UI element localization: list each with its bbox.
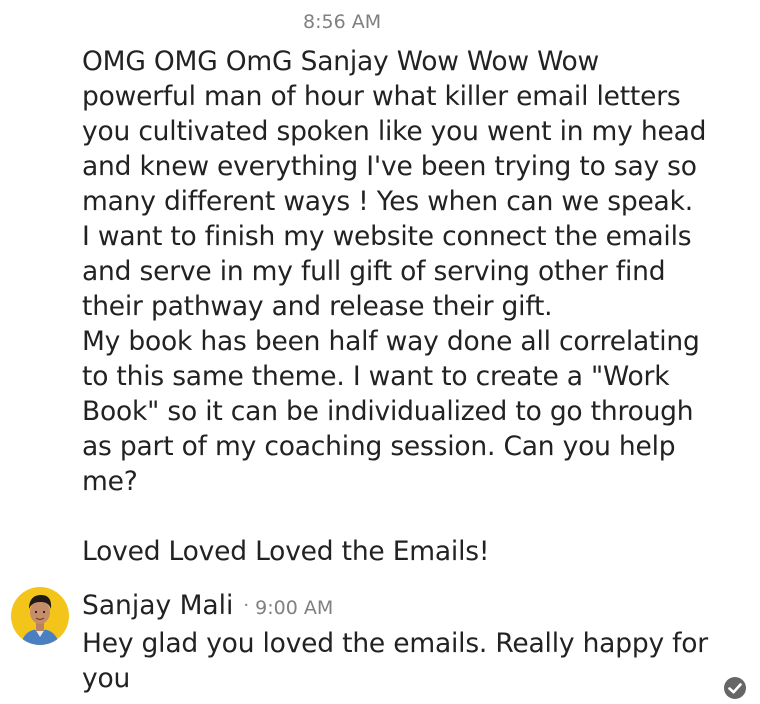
sender-header: Sanjay Mali · 9:00 AM xyxy=(82,590,333,621)
reply-body: Hey glad you loved the emails. Really ha… xyxy=(82,626,722,696)
message-line: I want to finish my website connect the … xyxy=(82,221,692,252)
message-closing-line: Loved Loved Loved the Emails! xyxy=(82,536,490,567)
message-line: me? xyxy=(82,466,138,497)
message-line: to this same theme. I want to create a "… xyxy=(82,361,670,392)
message-line: as part of my coaching session. Can you … xyxy=(82,431,676,462)
message-line: and knew everything I've been trying to … xyxy=(82,151,697,182)
message-line: their pathway and release their gift. xyxy=(82,291,553,322)
message-line: you cultivated spoken like you went in m… xyxy=(82,116,707,147)
message-line: Book" so it can be individualized to go … xyxy=(82,396,694,427)
reply-line: you xyxy=(82,663,131,694)
message-timestamp: 9:00 AM xyxy=(255,597,334,619)
message-line: and serve in my full gift of serving oth… xyxy=(82,256,666,287)
message-line: many different ways ! Yes when can we sp… xyxy=(82,186,693,217)
sender-name[interactable]: Sanjay Mali xyxy=(82,590,233,621)
read-checkmark-icon xyxy=(723,676,747,700)
reply-line: Hey glad you loved the emails. Really ha… xyxy=(82,628,708,659)
message-line: powerful man of hour what killer email l… xyxy=(82,81,681,112)
message-line: My book has been half way done all corre… xyxy=(82,326,700,357)
message-timestamp: 8:56 AM xyxy=(303,11,382,33)
message-line: OMG OMG OmG Sanjay Wow Wow Wow xyxy=(82,46,600,77)
person-avatar-icon xyxy=(21,595,59,645)
message-body: OMG OMG OmG Sanjay Wow Wow Wow powerful … xyxy=(82,44,742,569)
header-separator: · xyxy=(243,595,250,616)
sender-avatar[interactable] xyxy=(11,587,69,645)
